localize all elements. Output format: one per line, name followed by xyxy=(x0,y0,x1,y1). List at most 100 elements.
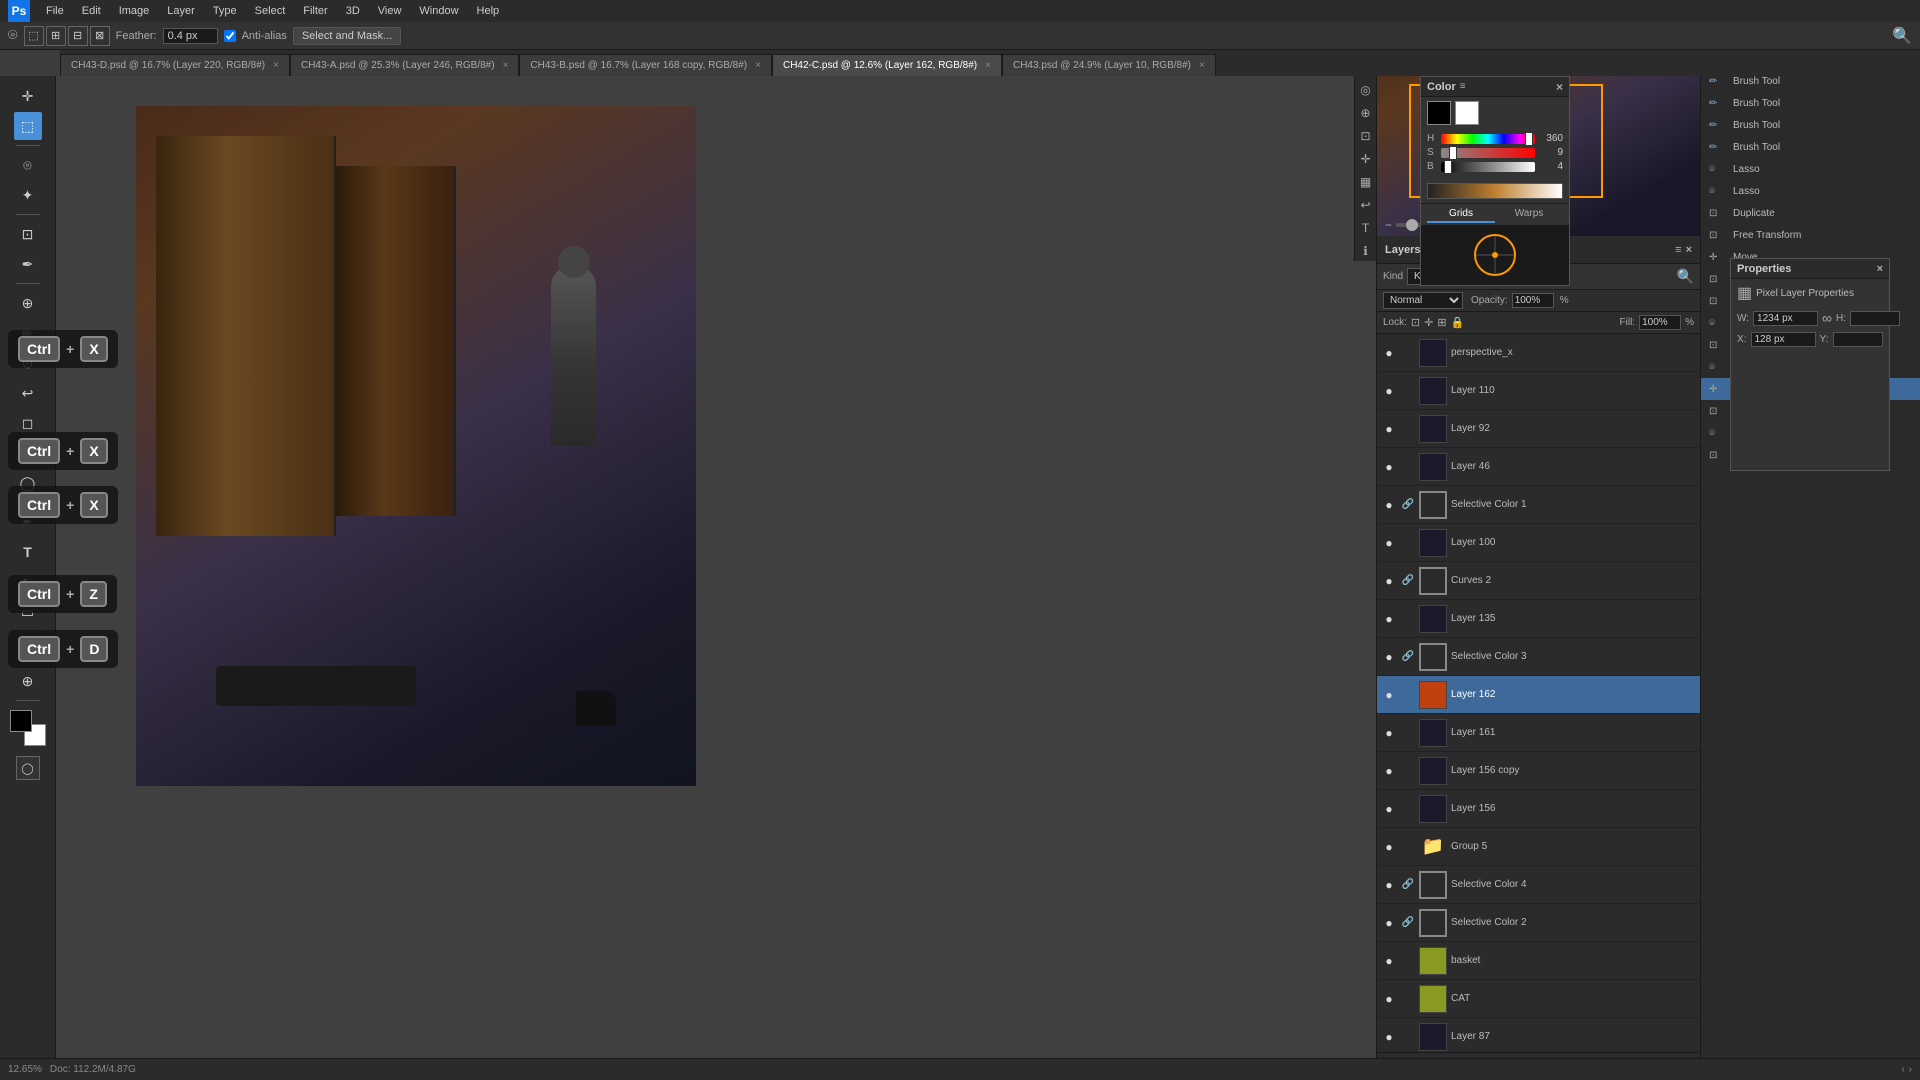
layer-item[interactable]: ● perspective_x xyxy=(1377,334,1700,372)
new-selection-btn[interactable]: ⬚ xyxy=(24,26,44,46)
mode-btn-2[interactable]: ⊕ xyxy=(1356,103,1376,123)
menu-select[interactable]: Select xyxy=(247,3,294,19)
tab-close-0[interactable]: × xyxy=(273,60,279,71)
layer-visibility[interactable]: ● xyxy=(1381,915,1397,931)
mode-btn-3[interactable]: ⊡ xyxy=(1356,126,1376,146)
anti-alias-checkbox[interactable] xyxy=(224,30,236,42)
layer-item[interactable]: ● 🔗 Selective Color 2 xyxy=(1377,904,1700,942)
feather-input[interactable] xyxy=(163,28,218,44)
layer-visibility[interactable]: ● xyxy=(1381,877,1397,893)
mode-btn-7[interactable]: T xyxy=(1356,218,1376,238)
color-panel-close[interactable]: × xyxy=(1556,80,1563,94)
layer-item[interactable]: ● Layer 92 xyxy=(1377,410,1700,448)
layer-visibility[interactable]: ● xyxy=(1381,953,1397,969)
tab-close-3[interactable]: × xyxy=(985,60,991,71)
lock-artboards-btn[interactable]: ⊞ xyxy=(1437,316,1446,329)
layer-visibility[interactable]: ● xyxy=(1381,497,1397,513)
warps-btn[interactable]: Warps xyxy=(1495,206,1563,223)
layer-visibility[interactable]: ● xyxy=(1381,801,1397,817)
menu-filter[interactable]: Filter xyxy=(295,3,335,19)
sat-thumb[interactable] xyxy=(1449,146,1457,160)
layer-item[interactable]: ● Layer 161 xyxy=(1377,714,1700,752)
lock-position-btn[interactable]: ✛ xyxy=(1424,316,1433,329)
hue-bar[interactable] xyxy=(1441,134,1535,144)
sub-selection-btn[interactable]: ⊟ xyxy=(68,26,88,46)
intersect-selection-btn[interactable]: ⊠ xyxy=(90,26,110,46)
type-tool-btn[interactable]: T xyxy=(14,538,42,566)
prop-w-input[interactable] xyxy=(1753,311,1818,326)
lock-pixels-btn[interactable]: ⊡ xyxy=(1411,316,1420,329)
search-icon[interactable]: 🔍 xyxy=(1892,26,1912,46)
status-prev[interactable]: ‹ xyxy=(1901,1064,1904,1075)
menu-3d[interactable]: 3D xyxy=(338,3,368,19)
color-gradient[interactable] xyxy=(1427,183,1563,199)
prop-x-input[interactable] xyxy=(1751,332,1816,347)
layer-visibility[interactable]: ● xyxy=(1381,991,1397,1007)
layer-visibility[interactable]: ● xyxy=(1381,839,1397,855)
history-brush-btn[interactable]: ↩ xyxy=(14,379,42,407)
move-tool-btn[interactable]: ✛ xyxy=(14,82,42,110)
layer-visibility[interactable]: ● xyxy=(1381,725,1397,741)
bri-bar[interactable] xyxy=(1441,162,1535,172)
prop-h-input[interactable] xyxy=(1850,311,1900,326)
sat-bar[interactable] xyxy=(1441,148,1535,158)
layers-menu-icon[interactable]: ≡ xyxy=(1675,244,1681,256)
canvas[interactable] xyxy=(136,106,696,786)
layer-item[interactable]: ● Layer 135 xyxy=(1377,600,1700,638)
doc-tab-3[interactable]: CH42-C.psd @ 12.6% (Layer 162, RGB/8#) × xyxy=(772,54,1002,76)
layers-search-icon[interactable]: 🔍 xyxy=(1677,268,1694,285)
hue-thumb[interactable] xyxy=(1525,132,1533,146)
layer-visibility[interactable]: ● xyxy=(1381,345,1397,361)
eyedropper-btn[interactable]: ✒ xyxy=(14,250,42,278)
history-list[interactable]: ✏ Brush Tool ✏ Brush Tool ✏ Brush Tool ✏… xyxy=(1701,46,1920,1080)
layer-item[interactable]: ● 🔗 Curves 2 xyxy=(1377,562,1700,600)
layer-visibility[interactable]: ● xyxy=(1381,421,1397,437)
layers-close-icon[interactable]: × xyxy=(1686,244,1692,256)
color-swatches[interactable] xyxy=(10,710,46,746)
layer-list[interactable]: ● perspective_x ● Layer 110 ● Layer 92 ●… xyxy=(1377,334,1700,1052)
doc-tab-0[interactable]: CH43-D.psd @ 16.7% (Layer 220, RGB/8#) × xyxy=(60,54,290,76)
menu-window[interactable]: Window xyxy=(411,3,466,19)
layer-item[interactable]: ● basket xyxy=(1377,942,1700,980)
menu-file[interactable]: File xyxy=(38,3,72,19)
layer-visibility[interactable]: ● xyxy=(1381,383,1397,399)
layer-visibility[interactable]: ● xyxy=(1381,649,1397,665)
prop-y-input[interactable] xyxy=(1833,332,1883,347)
zoom-out-icon[interactable]: − xyxy=(1385,218,1392,232)
layer-item[interactable]: ● 🔗 Selective Color 3 xyxy=(1377,638,1700,676)
menu-layer[interactable]: Layer xyxy=(159,3,203,19)
zoom-thumb[interactable] xyxy=(1406,219,1418,231)
mode-btn-4[interactable]: ✛ xyxy=(1356,149,1376,169)
history-item[interactable]: ⌾ Lasso xyxy=(1701,180,1920,202)
heal-brush-btn[interactable]: ⊕ xyxy=(14,289,42,317)
quick-select-btn[interactable]: ✦ xyxy=(14,181,42,209)
menu-help[interactable]: Help xyxy=(469,3,508,19)
lasso-tool-btn[interactable]: ⌾ xyxy=(14,151,42,179)
prop-link-icon[interactable]: ∞ xyxy=(1822,310,1832,326)
fill-input[interactable] xyxy=(1639,315,1681,330)
add-selection-btn[interactable]: ⊞ xyxy=(46,26,66,46)
mode-btn-5[interactable]: ▦ xyxy=(1356,172,1376,192)
layer-visibility[interactable]: ● xyxy=(1381,687,1397,703)
layer-item[interactable]: ● Layer 156 xyxy=(1377,790,1700,828)
mode-btn-8[interactable]: ℹ xyxy=(1356,241,1376,261)
bri-thumb[interactable] xyxy=(1444,160,1452,174)
background-swatch[interactable] xyxy=(1455,101,1479,125)
mode-btn-6[interactable]: ↩ xyxy=(1356,195,1376,215)
layer-item[interactable]: ● Layer 110 xyxy=(1377,372,1700,410)
layer-item[interactable]: ● 🔗 Selective Color 4 xyxy=(1377,866,1700,904)
blend-mode-select[interactable]: Normal Multiply Screen xyxy=(1383,292,1463,309)
prop-close[interactable]: × xyxy=(1877,263,1883,275)
color-panel-expand[interactable]: ≡ xyxy=(1460,81,1466,92)
doc-tab-2[interactable]: CH43-B.psd @ 16.7% (Layer 168 copy, RGB/… xyxy=(519,54,772,76)
layer-item[interactable]: ● 📁 Group 5 xyxy=(1377,828,1700,866)
layer-item[interactable]: ● Layer 162 xyxy=(1377,676,1700,714)
tab-close-4[interactable]: × xyxy=(1199,60,1205,71)
crop-tool-btn[interactable]: ⊡ xyxy=(14,220,42,248)
layer-item[interactable]: ● CAT xyxy=(1377,980,1700,1018)
history-item[interactable]: ✏ Brush Tool xyxy=(1701,136,1920,158)
history-item[interactable]: ⊡ Duplicate xyxy=(1701,202,1920,224)
opacity-input[interactable] xyxy=(1512,293,1554,308)
layer-item[interactable]: ● Layer 156 copy xyxy=(1377,752,1700,790)
layer-visibility[interactable]: ● xyxy=(1381,535,1397,551)
